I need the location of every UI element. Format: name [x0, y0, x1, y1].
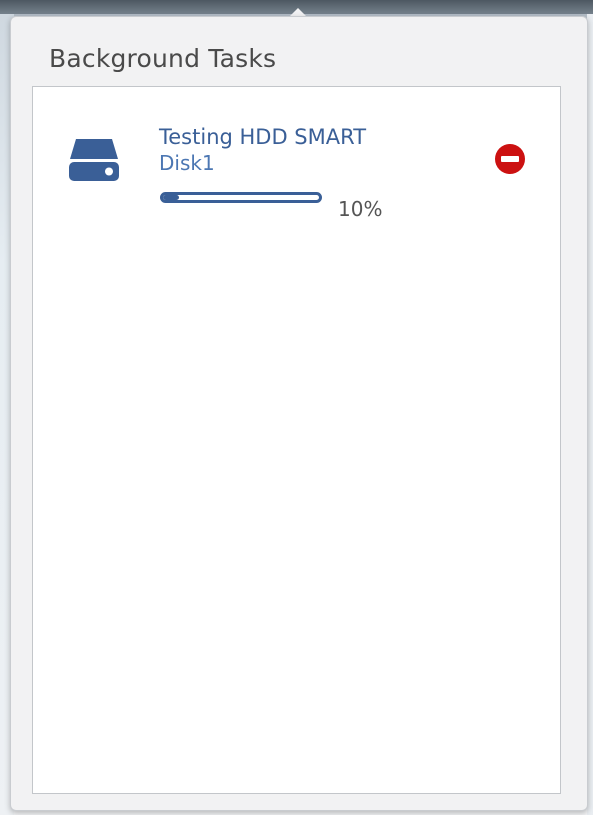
background-tasks-popover: Background Tasks Testing HDD SMART Disk1… [10, 16, 588, 811]
hard-drive-icon [69, 139, 119, 181]
task-item: Testing HDD SMART Disk1 10% [33, 87, 560, 227]
task-list: Testing HDD SMART Disk1 10% [32, 86, 561, 794]
task-progress-percent: 10% [338, 197, 383, 221]
panel-title: Background Tasks [49, 44, 277, 73]
task-title: Testing HDD SMART [159, 125, 367, 149]
task-disk-name: Disk1 [159, 151, 215, 175]
task-progress-bar [160, 192, 322, 203]
task-progress-fill [163, 195, 179, 200]
cancel-task-button[interactable] [494, 143, 526, 175]
